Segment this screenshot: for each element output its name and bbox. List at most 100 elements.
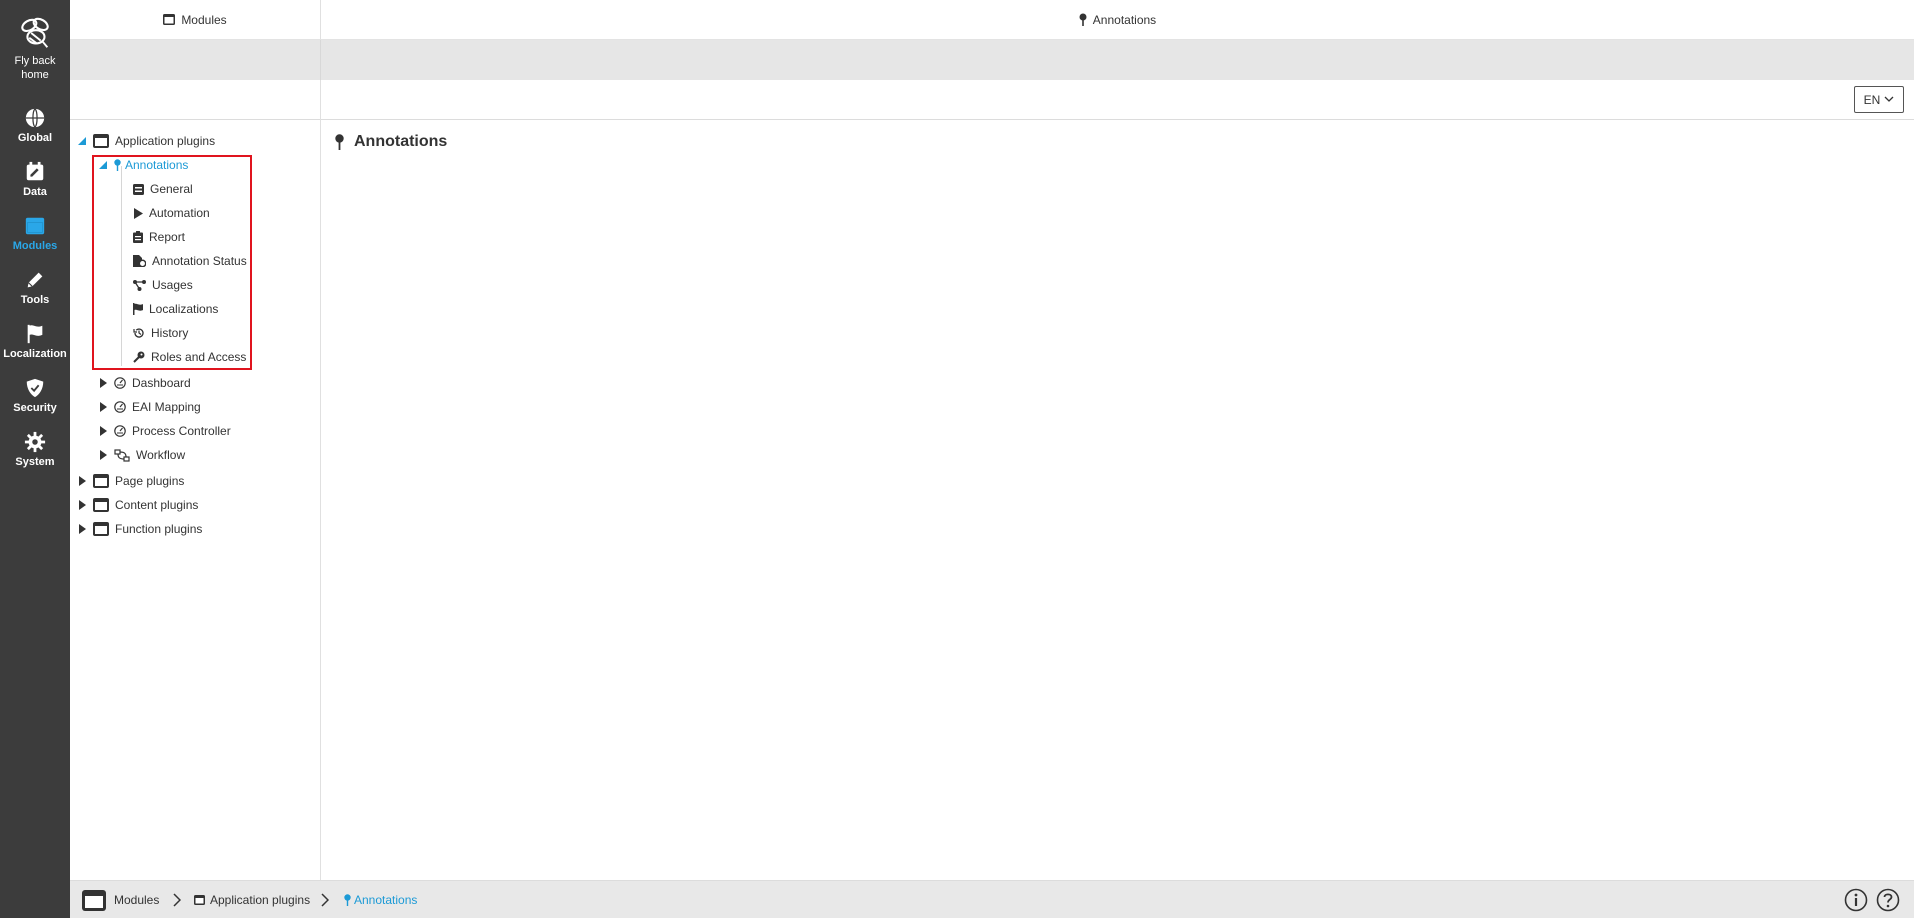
share-nodes-icon xyxy=(133,279,146,291)
collapsed-toggle-icon[interactable] xyxy=(96,376,110,390)
file-gear-icon xyxy=(133,255,146,267)
help-icon[interactable] xyxy=(1876,888,1900,912)
tree-node-application-plugins[interactable]: Application plugins xyxy=(75,131,215,151)
tree-node-localizations[interactable]: Localizations xyxy=(133,299,218,319)
workflow-icon xyxy=(114,448,130,462)
chevron-down-icon xyxy=(1884,96,1894,102)
rail-label-security: Security xyxy=(13,402,57,414)
breadcrumb-label: Application plugins xyxy=(210,893,311,907)
pencil-icon xyxy=(27,272,43,288)
history-icon xyxy=(133,327,145,339)
window-icon xyxy=(25,217,45,235)
collapsed-toggle-icon[interactable] xyxy=(96,448,110,462)
tree-node-annotation-status[interactable]: Annotation Status xyxy=(133,251,247,271)
tree-node-label: General xyxy=(150,182,193,196)
tree-node-general[interactable]: General xyxy=(133,179,193,199)
breadcrumb: Modules Application plugins Annotations xyxy=(70,880,1914,918)
window-icon xyxy=(93,522,109,536)
info-icon[interactable] xyxy=(1844,888,1868,912)
pin-icon xyxy=(344,894,351,906)
rail-label-data: Data xyxy=(23,186,47,198)
fly-back-home-button[interactable]: Fly back home xyxy=(0,14,70,82)
window-icon xyxy=(82,889,106,911)
flag-icon xyxy=(133,303,143,315)
window-icon xyxy=(163,14,176,25)
tree-node-automation[interactable]: Automation xyxy=(133,203,210,223)
collapsed-toggle-icon[interactable] xyxy=(75,498,89,512)
pin-icon xyxy=(114,159,121,171)
page-title: Annotations xyxy=(335,133,447,151)
gauge-icon xyxy=(114,377,126,389)
tree-panel-title: Modules xyxy=(181,12,227,27)
edit-square-icon xyxy=(26,161,44,181)
collapsed-toggle-icon[interactable] xyxy=(96,424,110,438)
chevron-right-icon xyxy=(173,893,181,907)
rail-item-security[interactable]: Security xyxy=(0,377,70,415)
tree-panel-header: Modules xyxy=(70,0,321,40)
tree-node-label: Application plugins xyxy=(115,134,216,148)
pin-icon xyxy=(335,134,344,150)
rail-item-data[interactable]: Data xyxy=(0,161,70,199)
collapsed-toggle-icon[interactable] xyxy=(75,522,89,536)
rail-label-tools: Tools xyxy=(20,294,50,306)
rail-item-modules[interactable]: Modules xyxy=(0,215,70,253)
breadcrumb-annotations[interactable]: Annotations xyxy=(344,881,417,919)
language-value: EN xyxy=(1863,92,1881,107)
tree-node-label: Process Controller xyxy=(132,424,231,438)
tree-node-label: Annotation Status xyxy=(152,254,247,268)
collapsed-toggle-icon[interactable] xyxy=(96,400,110,414)
window-icon xyxy=(93,134,109,148)
flag-icon xyxy=(27,324,43,344)
breadcrumb-modules[interactable]: Modules xyxy=(82,881,159,919)
collapsed-toggle-icon[interactable] xyxy=(75,474,89,488)
home-label-line1: Fly back xyxy=(14,55,56,67)
window-icon xyxy=(194,895,205,905)
chevron-right-icon xyxy=(321,893,329,907)
tree-node-dashboard[interactable]: Dashboard xyxy=(96,373,191,393)
tree-node-label: Report xyxy=(149,230,186,244)
breadcrumb-label: Annotations xyxy=(354,893,418,907)
content-panel: Annotations xyxy=(321,120,1914,880)
clipboard-icon xyxy=(133,231,143,243)
language-select[interactable]: EN xyxy=(1854,86,1904,113)
tree-node-label: History xyxy=(151,326,189,340)
home-label-line2: home xyxy=(21,69,49,81)
tree-node-label: Roles and Access xyxy=(151,350,247,364)
breadcrumb-label: Modules xyxy=(114,893,160,907)
tree-node-roles-and-access[interactable]: Roles and Access xyxy=(133,347,246,367)
rail-item-tools[interactable]: Tools xyxy=(0,269,70,307)
tree-node-eai-mapping[interactable]: EAI Mapping xyxy=(96,397,201,417)
tree-node-label: EAI Mapping xyxy=(132,400,201,414)
breadcrumb-application-plugins[interactable]: Application plugins xyxy=(194,881,310,919)
rail-item-localization[interactable]: Localization xyxy=(0,323,70,361)
shield-check-icon xyxy=(26,378,44,398)
content-panel-header: Annotations xyxy=(321,0,1914,40)
gauge-icon xyxy=(114,401,126,413)
tree-node-report[interactable]: Report xyxy=(133,227,185,247)
tree-node-page-plugins[interactable]: Page plugins xyxy=(75,471,184,491)
tree-node-history[interactable]: History xyxy=(133,323,188,343)
rail-item-global[interactable]: Global xyxy=(0,107,70,145)
content-panel-title: Annotations xyxy=(1092,12,1157,27)
play-icon xyxy=(133,207,143,219)
globe-icon xyxy=(25,108,45,128)
tree-node-usages[interactable]: Usages xyxy=(133,275,193,295)
tree-node-annotations[interactable]: Annotations xyxy=(96,155,188,175)
tree-node-content-plugins[interactable]: Content plugins xyxy=(75,495,198,515)
tree-node-process-controller[interactable]: Process Controller xyxy=(96,421,231,441)
header-band xyxy=(70,40,1914,80)
main-navigation-rail: Fly back home Global Data Modules Tools xyxy=(0,0,70,918)
tree-node-function-plugins[interactable]: Function plugins xyxy=(75,519,202,539)
module-tree: Application plugins Annotations General … xyxy=(70,120,321,880)
list-box-icon xyxy=(133,183,144,195)
key-icon xyxy=(133,351,145,363)
expanded-toggle-icon[interactable] xyxy=(96,158,110,172)
rail-label-global: Global xyxy=(17,132,53,144)
window-icon xyxy=(93,474,109,488)
page-title-text: Annotations xyxy=(354,133,448,150)
tree-node-workflow[interactable]: Workflow xyxy=(96,445,185,465)
rail-item-system[interactable]: System xyxy=(0,431,70,469)
expanded-toggle-icon[interactable] xyxy=(75,134,89,148)
toolbar: EN xyxy=(70,80,1914,120)
rail-label-system: System xyxy=(15,456,55,468)
